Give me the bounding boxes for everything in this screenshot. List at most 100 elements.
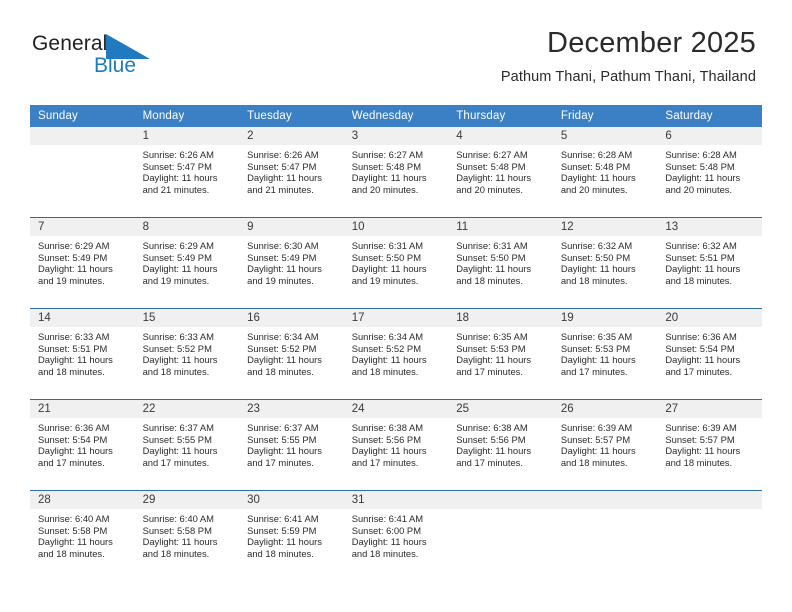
detail-sunset: Sunset: 5:50 PM (560, 251, 631, 263)
day-cell-inner: 9 Sunrise: 6:30 AM Sunset: 5:49 PM Daylight… (239, 218, 344, 308)
calendar-day-cell[interactable]: 1 Sunrise: 6:26 AM Sunset: 5:47 PM Daylight… (134, 127, 240, 218)
calendar-day-cell[interactable]: 13 Sunrise: 6:32 AM Sunset: 5:51 PM Dayligh… (657, 217, 762, 309)
day-cell-inner: 7 Sunrise: 6:29 AM Sunset: 5:49 PM Daylight… (30, 218, 135, 308)
detail-sunrise: Sunrise: 6:39 AM (560, 422, 633, 433)
detail-sunrise: Sunrise: 6:37 AM (142, 422, 214, 433)
calendar-day-cell[interactable]: 23 Sunrise: 6:37 AM Sunset: 5:55 PM Dayligh… (239, 399, 344, 491)
calendar-day-cell[interactable]: 11 Sunrise: 6:31 AM Sunset: 5:50 PM Dayligh… (448, 217, 553, 309)
detail-sunset: Sunset: 5:57 PM (665, 433, 735, 445)
detail-daylight-2: and 18 minutes. (142, 365, 210, 377)
calendar-day-cell[interactable]: 5 Sunrise: 6:28 AM Sunset: 5:48 PM Daylight… (552, 127, 658, 218)
detail-sunrise: Sunrise: 6:39 AM (665, 422, 737, 433)
calendar-day-cell[interactable]: 27 Sunrise: 6:39 AM Sunset: 5:57 PM Dayligh… (657, 399, 762, 491)
detail-daylight-1: Daylight: 11 hours (560, 354, 636, 366)
detail-daylight-1: Daylight: 11 hours (560, 445, 636, 457)
detail-daylight-2: and 18 minutes. (560, 274, 628, 286)
calendar-day-cell[interactable]: 16 Sunrise: 6:34 AM Sunset: 5:52 PM Dayligh… (239, 308, 344, 400)
calendar-day-cell[interactable]: 22 Sunrise: 6:37 AM Sunset: 5:55 PM Dayligh… (134, 399, 240, 491)
day-details: Sunrise: 6:32 AM Sunset: 5:50 PM Daylight:… (553, 236, 658, 286)
detail-daylight-2: and 17 minutes. (247, 456, 314, 468)
calendar-day-cell[interactable]: 10 Sunrise: 6:31 AM Sunset: 5:50 PM Dayligh… (343, 217, 449, 309)
detail-daylight-1: Daylight: 11 hours (142, 445, 218, 457)
detail-sunrise: Sunrise: 6:28 AM (560, 149, 633, 160)
calendar-day-cell[interactable]: 8 Sunrise: 6:29 AM Sunset: 5:49 PM Daylight… (134, 217, 240, 309)
day-cell-inner: 18 Sunrise: 6:35 AM Sunset: 5:53 PM Dayligh… (448, 309, 553, 399)
day-cell-inner: 4 Sunrise: 6:27 AM Sunset: 5:48 PM Daylight… (448, 127, 553, 217)
detail-sunrise: Sunrise: 6:38 AM (456, 422, 528, 433)
weekday-header-thursday: Thursday (448, 105, 553, 127)
calendar-day-cell[interactable]: 29 Sunrise: 6:40 AM Sunset: 5:58 PM Dayligh… (134, 490, 240, 581)
detail-sunset: Sunset: 5:54 PM (38, 433, 108, 445)
detail-sunset: Sunset: 5:54 PM (665, 342, 735, 354)
detail-sunrise: Sunrise: 6:30 AM (247, 240, 319, 251)
detail-sunset: Sunset: 5:59 PM (247, 524, 317, 536)
day-cell-inner: 19 Sunrise: 6:35 AM Sunset: 5:53 PM Dayligh… (552, 309, 658, 399)
calendar-day-cell[interactable]: 18 Sunrise: 6:35 AM Sunset: 5:53 PM Dayligh… (448, 308, 553, 400)
calendar-day-cell[interactable]: 30 Sunrise: 6:41 AM Sunset: 5:59 PM Dayligh… (239, 490, 344, 581)
logo-text-blue: Blue (94, 54, 137, 77)
calendar-day-cell[interactable]: 31 Sunrise: 6:41 AM Sunset: 6:00 PM Dayligh… (343, 490, 449, 581)
day-details: Sunrise: 6:29 AM Sunset: 5:49 PM Daylight:… (30, 236, 135, 286)
calendar-day-cell[interactable]: 3 Sunrise: 6:27 AM Sunset: 5:48 PM Daylight… (343, 127, 449, 218)
day-cell-inner: 27 Sunrise: 6:39 AM Sunset: 5:57 PM Dayligh… (657, 400, 762, 490)
calendar-day-cell[interactable]: 28 Sunrise: 6:40 AM Sunset: 5:58 PM Dayligh… (30, 490, 135, 581)
general-blue-logo[interactable]: General Blue (32, 32, 202, 84)
detail-daylight-1: Daylight: 11 hours (247, 354, 322, 366)
detail-daylight-1: Daylight: 11 hours (247, 172, 322, 184)
calendar-day-cell[interactable]: 4 Sunrise: 6:27 AM Sunset: 5:48 PM Daylight… (448, 127, 553, 218)
detail-daylight-2: and 17 minutes. (351, 456, 419, 468)
day-cell-inner: 30 Sunrise: 6:41 AM Sunset: 5:59 PM Dayligh… (239, 491, 344, 581)
calendar-day-cell[interactable]: 2 Sunrise: 6:26 AM Sunset: 5:47 PM Daylight… (239, 127, 344, 218)
detail-daylight-1: Daylight: 11 hours (351, 172, 427, 184)
detail-daylight-2: and 18 minutes. (247, 365, 314, 377)
day-cell-inner: 24 Sunrise: 6:38 AM Sunset: 5:56 PM Dayligh… (343, 400, 449, 490)
calendar-day-cell[interactable]: 24 Sunrise: 6:38 AM Sunset: 5:56 PM Dayligh… (343, 399, 449, 491)
detail-sunrise: Sunrise: 6:27 AM (456, 149, 528, 160)
day-cell-inner: 10 Sunrise: 6:31 AM Sunset: 5:50 PM Dayligh… (343, 218, 449, 308)
detail-daylight-2: and 18 minutes. (560, 456, 628, 468)
day-number: 4 (448, 127, 553, 145)
detail-sunrise: Sunrise: 6:41 AM (247, 513, 319, 524)
calendar-day-cell[interactable]: 6 Sunrise: 6:28 AM Sunset: 5:48 PM Daylight… (657, 127, 762, 218)
calendar-day-cell[interactable]: 25 Sunrise: 6:38 AM Sunset: 5:56 PM Dayligh… (448, 399, 553, 491)
detail-daylight-2: and 18 minutes. (351, 547, 419, 559)
calendar-day-cell[interactable]: 20 Sunrise: 6:36 AM Sunset: 5:54 PM Dayligh… (657, 308, 762, 400)
day-cell-inner: 26 Sunrise: 6:39 AM Sunset: 5:57 PM Dayligh… (552, 400, 658, 490)
detail-sunset: Sunset: 5:53 PM (560, 342, 631, 354)
detail-daylight-1: Daylight: 11 hours (247, 263, 322, 275)
detail-daylight-1: Daylight: 11 hours (142, 354, 218, 366)
calendar-container: Sunday Monday Tuesday Wednesday Thursday… (30, 105, 762, 581)
calendar-day-cell[interactable]: 9 Sunrise: 6:30 AM Sunset: 5:49 PM Daylight… (239, 217, 344, 309)
detail-sunrise: Sunrise: 6:31 AM (456, 240, 528, 251)
calendar-day-cell[interactable]: 19 Sunrise: 6:35 AM Sunset: 5:53 PM Dayligh… (552, 308, 658, 400)
calendar-day-cell[interactable]: 7 Sunrise: 6:29 AM Sunset: 5:49 PM Daylight… (30, 217, 135, 309)
detail-daylight-2: and 17 minutes. (560, 365, 628, 377)
day-cell-inner: 15 Sunrise: 6:33 AM Sunset: 5:52 PM Dayligh… (134, 309, 240, 399)
calendar-day-cell[interactable]: 21 Sunrise: 6:36 AM Sunset: 5:54 PM Dayligh… (30, 399, 135, 491)
detail-daylight-2: and 20 minutes. (560, 183, 628, 195)
day-details: Sunrise: 6:31 AM Sunset: 5:50 PM Daylight:… (448, 236, 553, 286)
day-details: Sunrise: 6:38 AM Sunset: 5:56 PM Daylight:… (344, 418, 449, 468)
calendar-day-cell[interactable]: 26 Sunrise: 6:39 AM Sunset: 5:57 PM Dayligh… (552, 399, 658, 491)
detail-daylight-1: Daylight: 11 hours (38, 536, 113, 548)
detail-sunset: Sunset: 5:51 PM (665, 251, 735, 263)
day-number (30, 127, 135, 145)
detail-sunrise: Sunrise: 6:31 AM (351, 240, 424, 251)
day-number: 2 (239, 127, 344, 145)
day-number: 24 (343, 400, 449, 418)
day-number: 12 (552, 218, 658, 236)
detail-sunset: Sunset: 5:47 PM (142, 160, 212, 172)
calendar-day-cell[interactable]: 12 Sunrise: 6:32 AM Sunset: 5:50 PM Dayligh… (552, 217, 658, 309)
day-number: 25 (448, 400, 553, 418)
calendar-day-cell[interactable]: 15 Sunrise: 6:33 AM Sunset: 5:52 PM Dayligh… (134, 308, 240, 400)
detail-daylight-1: Daylight: 11 hours (351, 445, 427, 457)
detail-daylight-1: Daylight: 11 hours (456, 445, 532, 457)
calendar-day-cell[interactable]: 17 Sunrise: 6:34 AM Sunset: 5:52 PM Dayligh… (343, 308, 449, 400)
weekday-header-sunday: Sunday (30, 105, 135, 127)
calendar-day-cell[interactable]: 14 Sunrise: 6:33 AM Sunset: 5:51 PM Dayligh… (30, 308, 135, 400)
day-cell-inner (657, 491, 762, 581)
detail-sunset: Sunset: 5:49 PM (247, 251, 317, 263)
day-number: 15 (134, 309, 240, 327)
detail-daylight-1: Daylight: 11 hours (38, 263, 113, 275)
day-details: Sunrise: 6:36 AM Sunset: 5:54 PM Daylight:… (30, 418, 135, 468)
